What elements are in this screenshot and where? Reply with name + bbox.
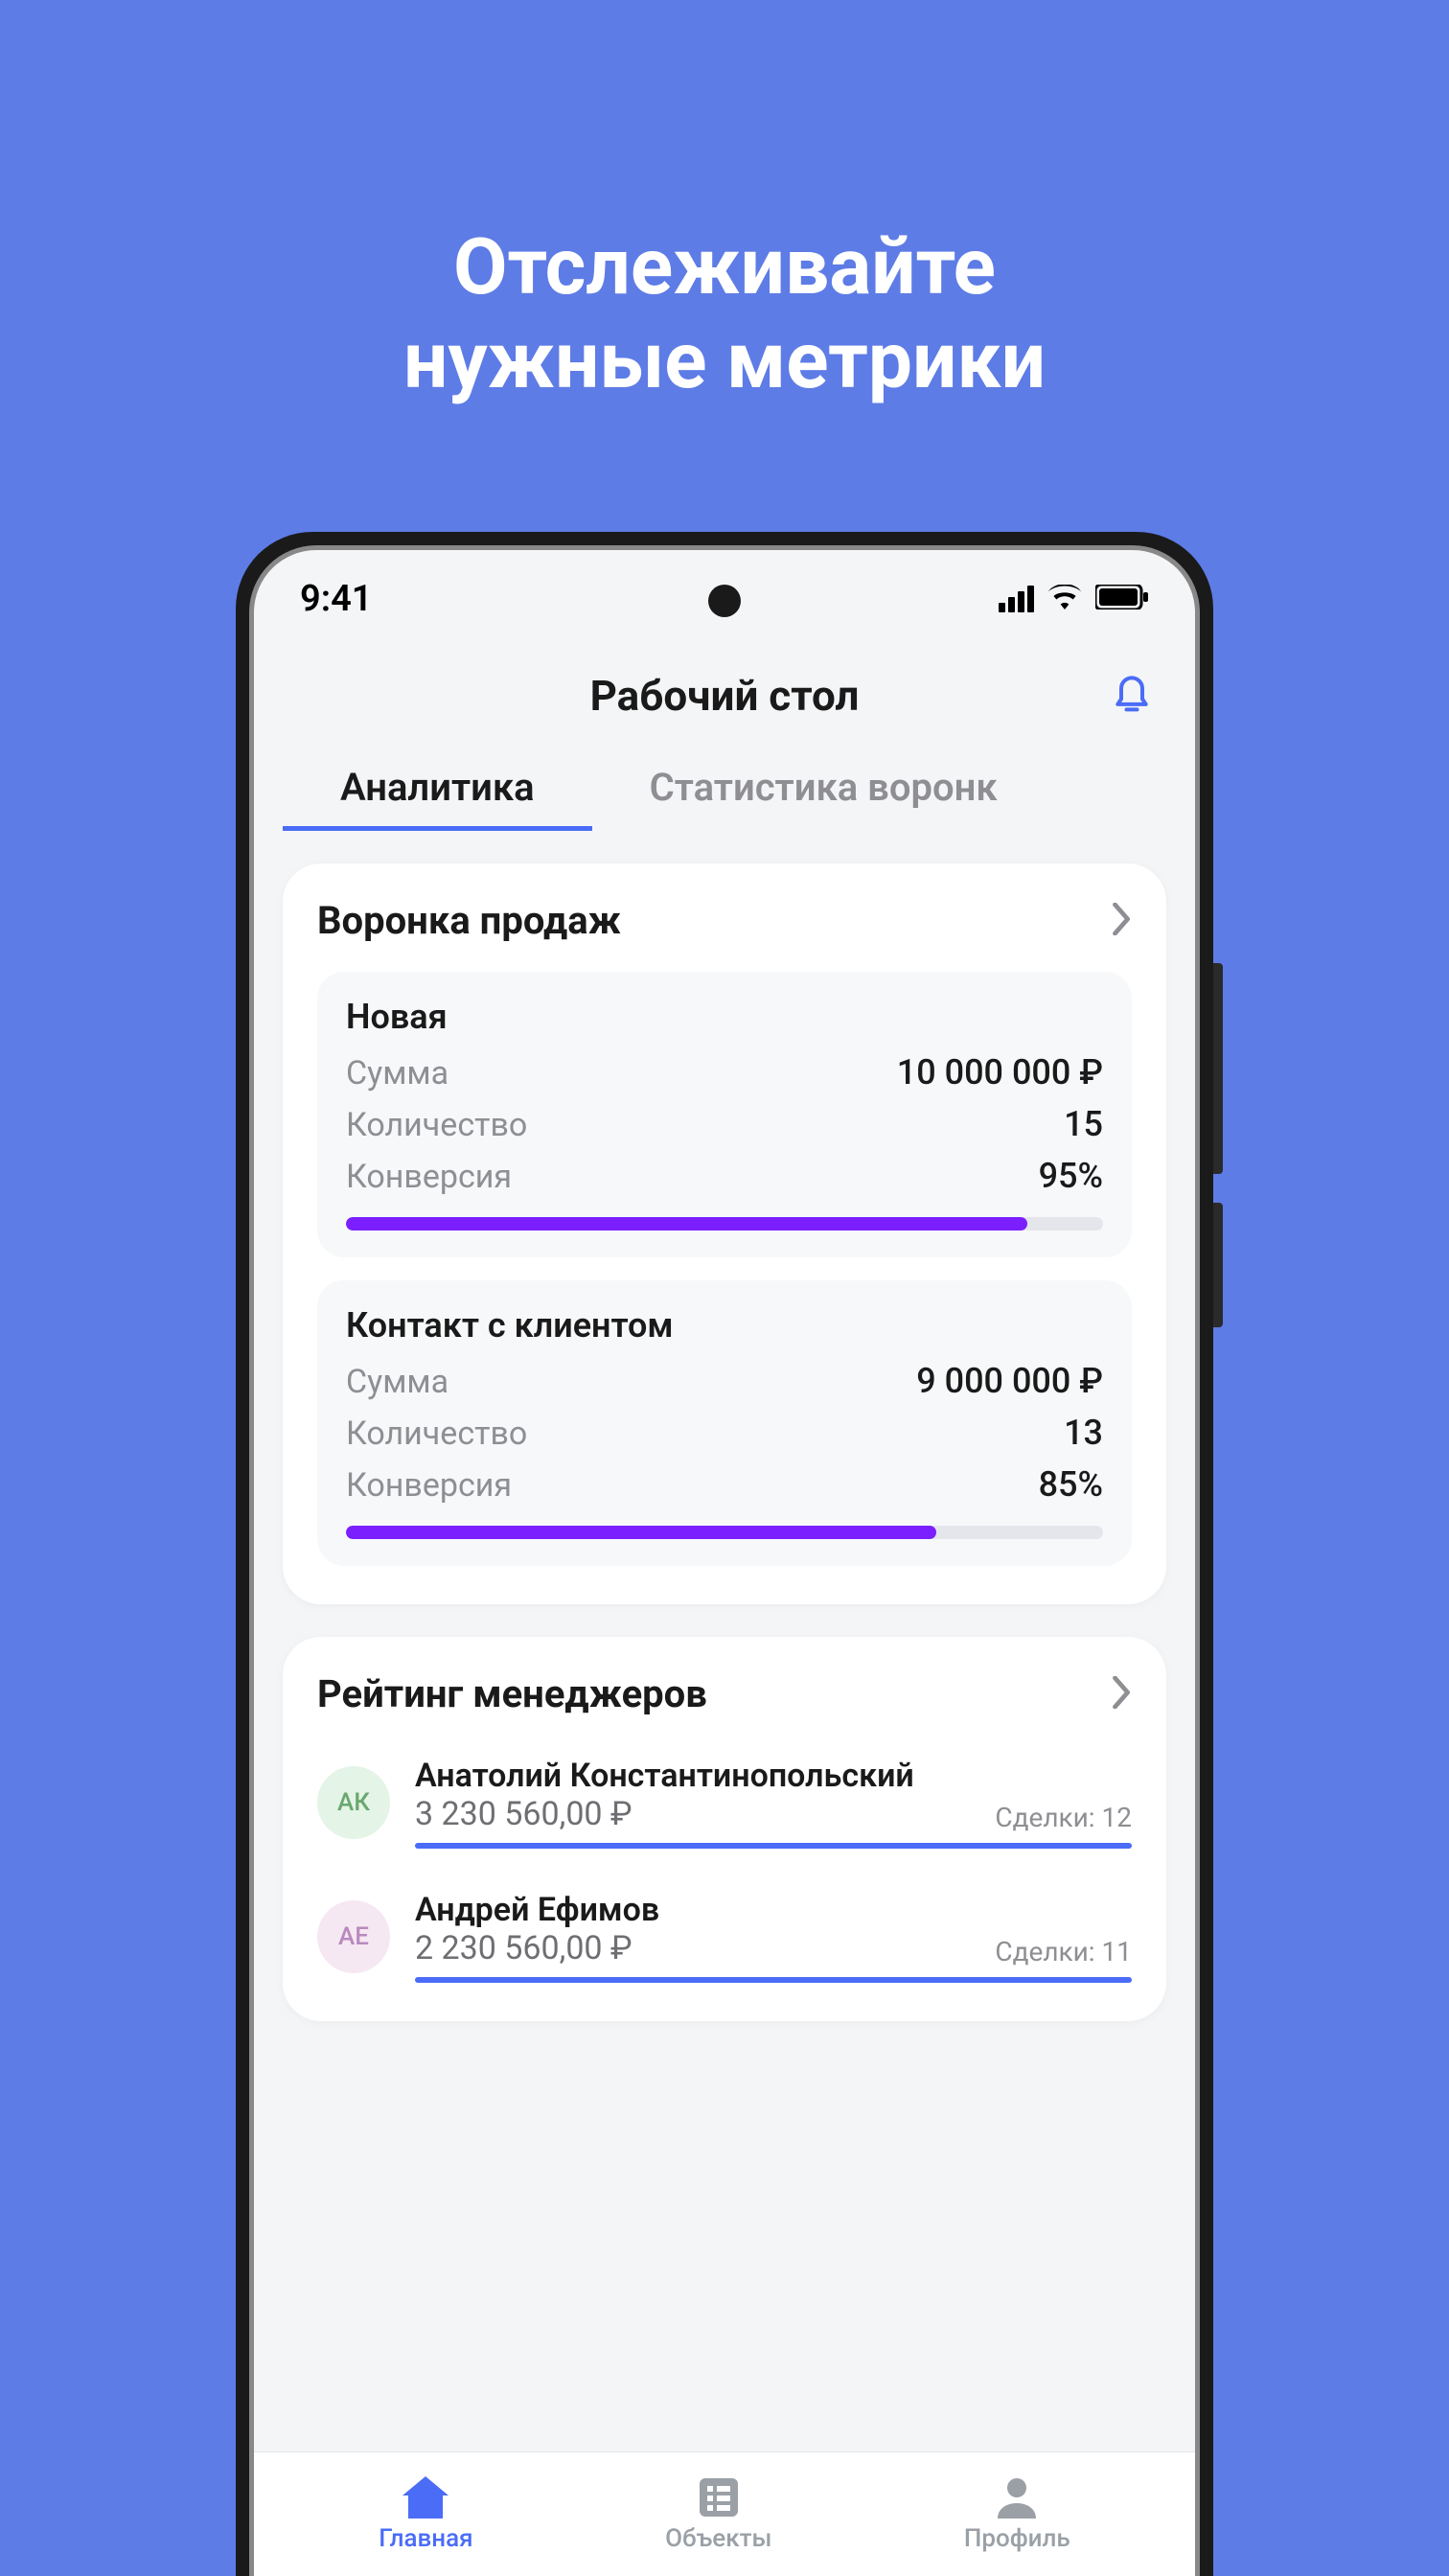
funnel-card-title: Воронка продаж	[317, 898, 621, 943]
home-icon	[402, 2476, 449, 2518]
manager-row[interactable]: АЕ Андрей Ефимов 2 230 560,00 ₽ Сделки: …	[317, 1879, 1132, 1983]
phone-camera-hole	[708, 585, 741, 617]
list-icon	[695, 2476, 743, 2518]
stage-progress-fill	[346, 1526, 936, 1539]
funnel-stage: Новая Сумма 10 000 000 ₽ Количество 15 К…	[317, 972, 1132, 1257]
header: Рабочий стол	[254, 636, 1195, 748]
stage-progress-fill	[346, 1217, 1027, 1230]
stage-name: Новая	[346, 997, 1103, 1037]
tabbar-label: Объекты	[665, 2524, 771, 2553]
stage-sum-value: 9 000 000 ₽	[916, 1361, 1103, 1401]
manager-info: Андрей Ефимов 2 230 560,00 ₽ Сделки: 11	[415, 1891, 1132, 1983]
phone-frame: 9:41 Рабочий стол Аналитика	[236, 532, 1213, 2576]
manager-amount: 3 230 560,00 ₽	[415, 1795, 632, 1833]
phone-side-button	[1213, 1203, 1223, 1327]
manager-row[interactable]: АК Анатолий Константинопольский 3 230 56…	[317, 1745, 1132, 1849]
profile-icon	[993, 2476, 1041, 2518]
phone-side-button	[1213, 963, 1223, 1174]
funnel-card-header[interactable]: Воронка продаж	[317, 898, 1132, 943]
battery-icon	[1095, 585, 1149, 613]
stage-sum-label: Сумма	[346, 1363, 448, 1401]
marketing-headline: Отслеживайте нужные метрики	[0, 220, 1449, 409]
stage-sum-row: Сумма 9 000 000 ₽	[346, 1355, 1103, 1407]
stage-progress	[346, 1217, 1103, 1230]
content-area[interactable]: Воронка продаж Новая Сумма 10 000 000 ₽ …	[254, 831, 1195, 2450]
manager-bar	[415, 1977, 1132, 1983]
manager-bar	[415, 1843, 1132, 1849]
chevron-right-icon	[1113, 1676, 1132, 1713]
stage-conv-row: Конверсия 95%	[346, 1150, 1103, 1202]
manager-deals: Сделки: 12	[995, 1802, 1132, 1833]
marketing-line-1: Отслеживайте	[0, 220, 1449, 314]
stage-conv-value: 85%	[1039, 1464, 1103, 1505]
status-icons	[999, 585, 1149, 613]
stage-conv-row: Конверсия 85%	[346, 1459, 1103, 1510]
stage-count-label: Количество	[346, 1106, 527, 1144]
stage-conv-value: 95%	[1039, 1156, 1103, 1196]
funnel-stage: Контакт с клиентом Сумма 9 000 000 ₽ Кол…	[317, 1280, 1132, 1566]
manager-name: Анатолий Константинопольский	[415, 1757, 1132, 1795]
tabbar-label: Главная	[379, 2524, 472, 2553]
tabbar-profile[interactable]: Профиль	[964, 2476, 1070, 2553]
stage-sum-label: Сумма	[346, 1054, 448, 1092]
tab-bar: Главная Объекты Профиль	[254, 2451, 1195, 2576]
tabbar-objects[interactable]: Объекты	[665, 2476, 771, 2553]
tab-funnel-stats[interactable]: Статистика воронк	[592, 748, 1055, 831]
stage-conv-label: Конверсия	[346, 1158, 512, 1196]
notifications-button[interactable]	[1111, 669, 1153, 715]
manager-deals: Сделки: 11	[995, 1936, 1132, 1967]
status-time: 9:41	[300, 578, 372, 620]
manager-info: Анатолий Константинопольский 3 230 560,0…	[415, 1757, 1132, 1849]
page-title: Рабочий стол	[590, 671, 860, 721]
avatar: АК	[317, 1766, 390, 1839]
stage-sum-row: Сумма 10 000 000 ₽	[346, 1046, 1103, 1098]
stage-count-value: 15	[1064, 1104, 1103, 1144]
stage-conv-label: Конверсия	[346, 1466, 512, 1505]
tab-analytics[interactable]: Аналитика	[283, 748, 592, 831]
bell-icon	[1111, 669, 1153, 715]
managers-card-header[interactable]: Рейтинг менеджеров	[317, 1671, 1132, 1716]
wifi-icon	[1047, 585, 1082, 613]
manager-amount: 2 230 560,00 ₽	[415, 1929, 632, 1967]
stage-count-value: 13	[1064, 1413, 1103, 1453]
tabs: Аналитика Статистика воронк	[254, 748, 1195, 831]
phone-screen: 9:41 Рабочий стол Аналитика	[249, 545, 1200, 2576]
funnel-card: Воронка продаж Новая Сумма 10 000 000 ₽ …	[283, 863, 1166, 1604]
marketing-line-2: нужные метрики	[0, 314, 1449, 408]
stage-count-label: Количество	[346, 1414, 527, 1453]
chevron-right-icon	[1113, 903, 1132, 939]
tabbar-label: Профиль	[964, 2524, 1070, 2553]
stage-count-row: Количество 15	[346, 1098, 1103, 1150]
tabbar-home[interactable]: Главная	[379, 2476, 472, 2553]
stage-name: Контакт с клиентом	[346, 1305, 1103, 1346]
avatar-initials: АК	[337, 1788, 370, 1817]
stage-sum-value: 10 000 000 ₽	[897, 1052, 1103, 1092]
avatar-initials: АЕ	[338, 1922, 369, 1951]
manager-name: Андрей Ефимов	[415, 1891, 1132, 1929]
managers-card-title: Рейтинг менеджеров	[317, 1671, 707, 1716]
managers-card: Рейтинг менеджеров АК Анатолий Константи…	[283, 1637, 1166, 2021]
stage-count-row: Количество 13	[346, 1407, 1103, 1459]
stage-progress	[346, 1526, 1103, 1539]
avatar: АЕ	[317, 1900, 390, 1973]
cellular-signal-icon	[999, 586, 1034, 612]
